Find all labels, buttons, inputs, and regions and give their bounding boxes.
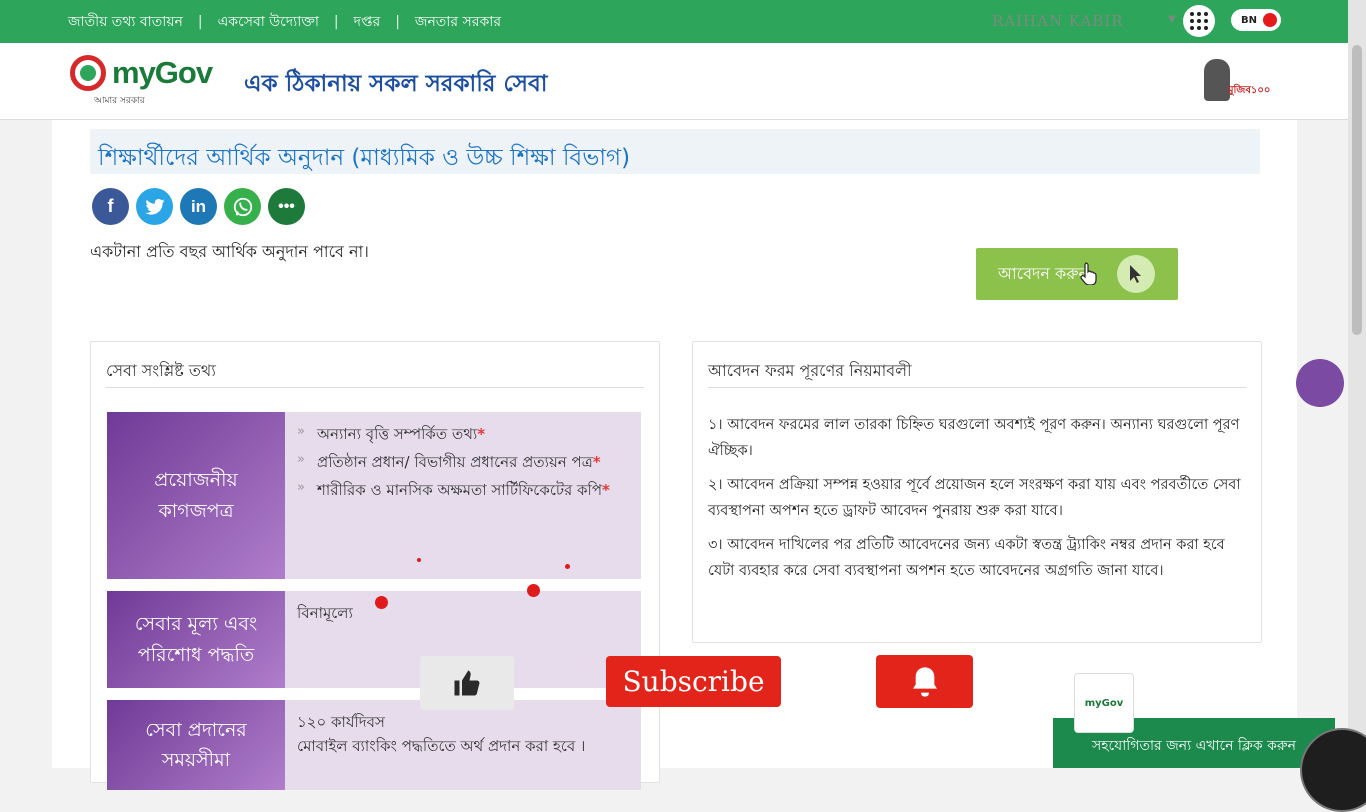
notification-bell-button[interactable] bbox=[876, 655, 973, 708]
top-nav-bar: জাতীয় তথ্য বাতায়ন | একসেবা উদ্যোক্তা |… bbox=[0, 0, 1348, 43]
portrait-icon bbox=[1204, 59, 1230, 101]
required-documents-row: প্রয়োজনীয় কাগজপত্র » অন্যান্য বৃত্তি স… bbox=[107, 412, 641, 579]
divider bbox=[106, 387, 644, 388]
thumbs-up-icon bbox=[454, 670, 480, 696]
service-info-heading: সেবা সংশ্লিষ্ট তথ্য bbox=[106, 361, 216, 380]
row-value: ১২০ কার্যদিবস মোবাইল ব্যাংকিং পদ্ধতিতে অ… bbox=[297, 713, 586, 755]
row-label: সেবার মূল্য এবং পরিশোধ পদ্ধতি bbox=[107, 591, 285, 688]
chevron-right-icon: » bbox=[297, 424, 305, 439]
decor-dot bbox=[417, 558, 421, 562]
language-label: BN bbox=[1241, 14, 1257, 26]
separator: | bbox=[395, 13, 400, 30]
apply-button[interactable]: আবেদন করুন bbox=[976, 248, 1178, 300]
logo-text: myGov bbox=[112, 55, 213, 90]
decor-dot bbox=[565, 564, 570, 569]
help-label: সহযোগিতার জন্য এখানে ক্লিক করুন bbox=[1091, 738, 1297, 754]
row-label: সেবা প্রদানের সময়সীমা bbox=[107, 700, 285, 790]
mygov-logo-mark-icon bbox=[70, 55, 106, 91]
separator: | bbox=[197, 13, 203, 30]
chevron-right-icon: » bbox=[297, 452, 305, 467]
user-name[interactable]: RAIHAN KABIR bbox=[992, 12, 1124, 30]
rule-item: ১। আবেদন ফরমের লাল তারকা চিহ্নিত ঘরগুলো … bbox=[708, 417, 1240, 460]
rule-item: ২। আবেদন প্রক্রিয়া সম্পন্ন হওয়ার পূর্ব… bbox=[708, 477, 1241, 520]
share-buttons: f in ••• bbox=[92, 188, 305, 225]
top-link-ekseba[interactable]: একসেবা উদ্যোক্তা bbox=[218, 10, 319, 34]
more-icon[interactable]: ••• bbox=[268, 188, 305, 225]
form-rules-heading: আবেদন ফরম পূরণের নিয়মাবলী bbox=[708, 361, 912, 380]
service-info-card: সেবা সংশ্লিষ্ট তথ্য প্রয়োজনীয় কাগজপত্র… bbox=[90, 341, 660, 790]
toggle-knob bbox=[1263, 13, 1277, 27]
separator: | bbox=[333, 13, 339, 30]
decor-dot bbox=[527, 584, 540, 597]
hand-cursor-icon bbox=[1080, 261, 1098, 291]
site-header: myGov আমার সরকার এক ঠিকানায় সকল সরকারি … bbox=[0, 43, 1348, 120]
row-label: প্রয়োজনীয় কাগজপত্র bbox=[107, 412, 285, 579]
divider bbox=[708, 387, 1246, 388]
mygov-logo[interactable]: myGov bbox=[70, 55, 213, 91]
page-title-bar: শিক্ষার্থীদের আর্থিক অনুদান (মাধ্যমিক ও … bbox=[90, 129, 1260, 174]
service-fee-row: সেবার মূল্য এবং পরিশোধ পদ্ধতি বিনামূল্যে bbox=[107, 591, 641, 688]
decor-dot bbox=[375, 596, 388, 609]
help-logo-text: myGov bbox=[1084, 697, 1124, 709]
rule-item: ৩। আবেদন দাখিলের পর প্রতিটি আবেদনের জন্য… bbox=[708, 537, 1225, 580]
whatsapp-icon[interactable] bbox=[224, 188, 261, 225]
floating-action-button[interactable] bbox=[1296, 359, 1344, 407]
scrollbar-thumb[interactable] bbox=[1352, 45, 1362, 335]
facebook-icon[interactable]: f bbox=[92, 188, 129, 225]
subscribe-button[interactable]: Subscribe bbox=[606, 656, 781, 707]
header-tagline: এক ঠিকানায় সকল সরকারি সেবা bbox=[244, 71, 548, 97]
apply-label: আবেদন করুন bbox=[998, 263, 1089, 283]
top-nav-links: জাতীয় তথ্য বাতায়ন | একসেবা উদ্যোক্তা |… bbox=[68, 10, 501, 34]
pointer-arrow-icon bbox=[1117, 255, 1155, 293]
document-item: » অন্যান্য বৃত্তি সম্পর্কিত তথ্য* bbox=[297, 424, 486, 443]
form-rules-card: আবেদন ফরম পূরণের নিয়মাবলী ১। আবেদন ফরমে… bbox=[692, 341, 1262, 643]
help-mygov-logo[interactable]: myGov bbox=[1074, 673, 1134, 733]
document-item: » প্রতিষ্ঠান প্রধান/ বিভাগীয় প্রধানের প… bbox=[297, 452, 601, 471]
mujib-badge-text: মুজিব১০০ bbox=[1228, 85, 1271, 96]
linkedin-icon[interactable]: in bbox=[180, 188, 217, 225]
service-note: একটানা প্রতি বছর আর্থিক অনুদান পাবে না। bbox=[90, 242, 369, 261]
document-item: » শারীরিক ও মানসিক অক্ষমতা সার্টিফিকেটের… bbox=[297, 480, 610, 499]
row-value: বিনামূল্যে bbox=[297, 604, 353, 622]
user-menu-caret-icon[interactable]: ▼ bbox=[1168, 14, 1176, 25]
twitter-icon[interactable] bbox=[136, 188, 173, 225]
page-title: শিক্ষার্থীদের আর্থিক অনুদান (মাধ্যমিক ও … bbox=[98, 145, 631, 171]
top-link-national-portal[interactable]: জাতীয় তথ্য বাতায়ন bbox=[68, 10, 183, 34]
documents-list: » অন্যান্য বৃত্তি সম্পর্কিত তথ্য* » প্রত… bbox=[297, 422, 629, 506]
rules-list: ১। আবেদন ফরমের লাল তারকা চিহ্নিত ঘরগুলো … bbox=[708, 412, 1243, 593]
language-toggle[interactable]: BN bbox=[1231, 9, 1281, 31]
app-grid-icon[interactable] bbox=[1183, 5, 1215, 37]
bell-icon bbox=[912, 666, 937, 697]
chevron-right-icon: » bbox=[297, 480, 305, 495]
like-button[interactable] bbox=[420, 656, 514, 710]
mujib-100-logo: মুজিব১০০ bbox=[1198, 59, 1270, 107]
subscribe-label: Subscribe bbox=[622, 665, 765, 698]
service-duration-row: সেবা প্রদানের সময়সীমা ১২০ কার্যদিবস মোব… bbox=[107, 700, 641, 790]
top-link-public-govt[interactable]: জনতার সরকার bbox=[415, 10, 501, 34]
logo-subtitle: আমার সরকার bbox=[94, 96, 145, 106]
top-link-office[interactable]: দপ্তর bbox=[354, 10, 381, 34]
page-scrollbar[interactable] bbox=[1348, 0, 1366, 768]
